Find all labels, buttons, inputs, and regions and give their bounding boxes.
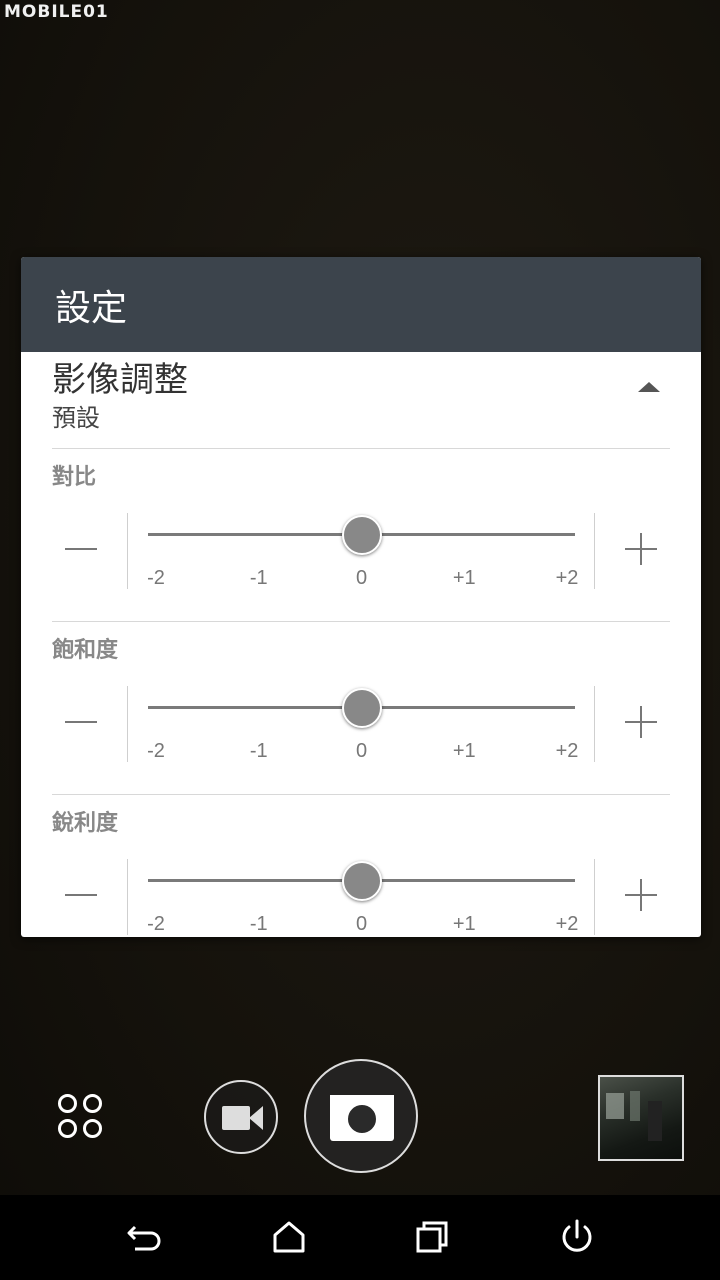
separator: [127, 859, 128, 935]
slider-setting: 飽和度 -2 -1 0 +1 +2: [21, 622, 701, 794]
setting-label: 飽和度: [52, 638, 119, 663]
increase-button[interactable]: [611, 519, 671, 579]
separator: [594, 859, 595, 935]
increase-button[interactable]: [611, 692, 671, 752]
setting-label: 銳利度: [52, 811, 119, 836]
power-icon: [562, 1219, 592, 1252]
slider-tick-label: -1: [249, 740, 268, 762]
slider-tick-label: +2: [555, 740, 579, 762]
separator: [594, 686, 595, 762]
video-icon: [222, 1106, 250, 1130]
modes-icon-dot: [83, 1119, 102, 1138]
separator: [127, 513, 128, 589]
back-icon: [127, 1225, 161, 1251]
camera-icon-lens: [344, 1101, 380, 1137]
slider-tick-label: 0: [355, 740, 368, 762]
image-adjust-section[interactable]: 影像調整 預設: [21, 352, 701, 448]
modes-button[interactable]: [58, 1094, 106, 1142]
video-icon-lens: [249, 1106, 263, 1130]
slider-tick-label: -1: [249, 913, 268, 935]
recents-icon: [416, 1221, 448, 1253]
video-record-button[interactable]: [204, 1080, 278, 1154]
recents-button[interactable]: [408, 1213, 458, 1263]
dialog-header: 設定: [21, 257, 701, 352]
thumbnail-detail: [648, 1101, 662, 1141]
collapse-icon[interactable]: [638, 382, 660, 392]
slider-tick-label: +2: [555, 913, 579, 935]
navigation-bar: [0, 1195, 720, 1280]
watermark: MOBILE01: [4, 2, 109, 22]
settings-dialog: 設定 影像調整 預設 對比 -2 -1 0 +1 +2 飽和度 -2 -1 0 +1 +2 銳利度 -2 -…: [21, 257, 701, 937]
slider-tick-label: -2: [147, 567, 165, 589]
slider-tick-label: -1: [249, 567, 268, 589]
slider-tick-label: -2: [147, 913, 165, 935]
separator: [594, 513, 595, 589]
slider-thumb[interactable]: [341, 515, 382, 555]
slider-tick-label: 0: [355, 913, 368, 935]
slider-tick-label: +2: [555, 567, 579, 589]
separator: [127, 686, 128, 762]
slider-setting: 銳利度 -2 -1 0 +1 +2: [21, 795, 701, 937]
slider-tick-label: +1: [452, 913, 476, 935]
gallery-thumbnail[interactable]: [598, 1075, 684, 1161]
slider-thumb[interactable]: [341, 688, 382, 728]
shutter-button[interactable]: [304, 1059, 418, 1173]
slider-tick-label: +1: [452, 740, 476, 762]
section-title: 影像調整: [52, 360, 188, 400]
dialog-body[interactable]: 影像調整 預設 對比 -2 -1 0 +1 +2 飽和度 -2 -1 0 +1 +2 銳利度 -2 -1 0 +…: [21, 352, 701, 937]
slider-thumb[interactable]: [341, 861, 382, 901]
back-button[interactable]: [121, 1213, 171, 1263]
decrease-button[interactable]: [51, 692, 111, 752]
modes-icon: [58, 1094, 77, 1113]
decrease-button[interactable]: [51, 519, 111, 579]
increase-button[interactable]: [611, 865, 671, 925]
modes-icon-dot: [58, 1119, 77, 1138]
slider-tick-label: 0: [355, 567, 368, 589]
dialog-title: 設定: [55, 287, 128, 329]
home-button[interactable]: [264, 1213, 314, 1263]
setting-label: 對比: [52, 465, 97, 490]
power-button[interactable]: [552, 1213, 602, 1263]
slider-tick-label: +1: [452, 567, 476, 589]
slider-setting: 對比 -2 -1 0 +1 +2: [21, 449, 701, 621]
modes-icon-dot: [83, 1094, 102, 1113]
decrease-button[interactable]: [51, 865, 111, 925]
home-icon: [273, 1221, 305, 1253]
section-value: 預設: [52, 404, 100, 432]
thumbnail-detail: [606, 1093, 624, 1119]
thumbnail-detail: [630, 1091, 640, 1121]
slider-tick-label: -2: [147, 740, 165, 762]
